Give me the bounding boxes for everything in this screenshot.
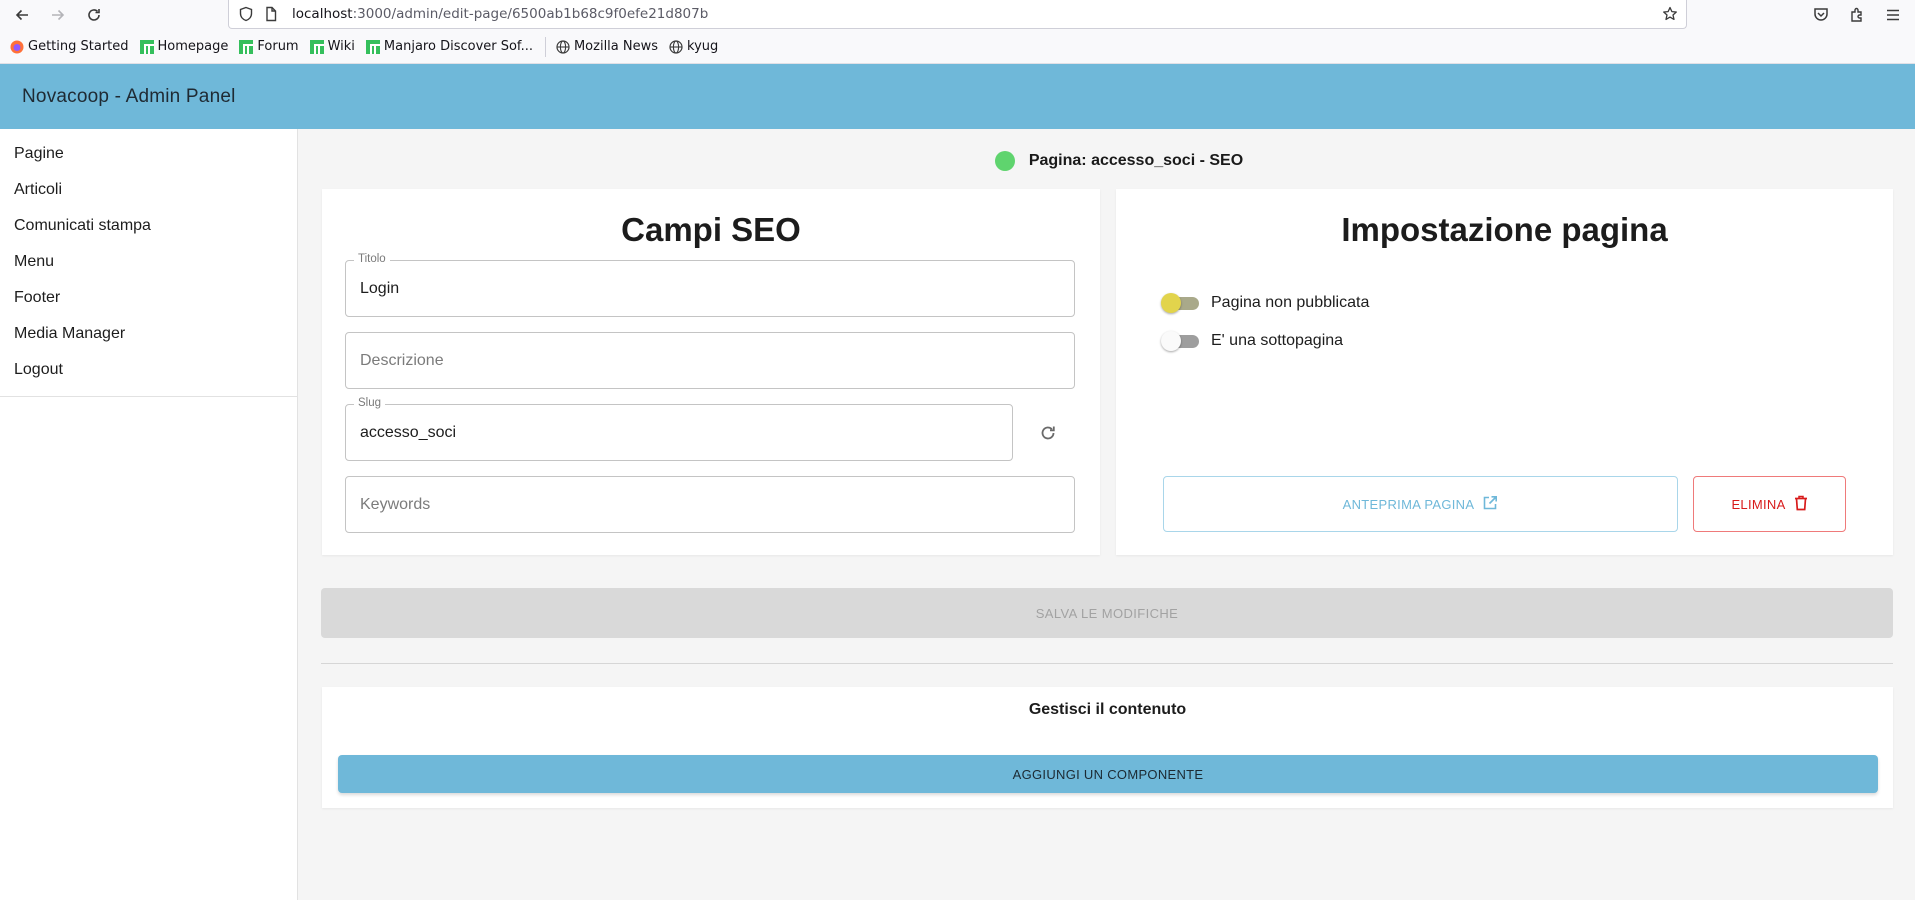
keywords-placeholder: Keywords xyxy=(360,496,431,513)
main-content: Pagina: accesso_soci - SEO Campi SEO Tit… xyxy=(299,129,1915,900)
delete-label: ELIMINA xyxy=(1731,496,1786,512)
bookmark-forum[interactable]: Forum xyxy=(239,39,299,54)
page-status-text: Pagina: accesso_soci - SEO xyxy=(1028,152,1244,169)
open-in-new-icon xyxy=(1482,495,1498,514)
settings-card-title: Impostazione pagina xyxy=(1341,211,1668,248)
status-indicator xyxy=(994,151,1015,171)
sidebar-item-footer[interactable]: Footer xyxy=(0,280,297,316)
forward-icon[interactable] xyxy=(46,3,70,27)
seo-card: Campi SEO Titolo Login Descrizione Slug … xyxy=(322,189,1100,555)
published-toggle[interactable] xyxy=(1161,293,1199,313)
globe-icon xyxy=(669,39,683,54)
menu-icon[interactable] xyxy=(1884,6,1902,24)
bookmark-kyug[interactable]: kyug xyxy=(669,39,718,54)
subpage-label: E' una sottopagina xyxy=(1211,332,1344,349)
bookmarks-bar: Getting Started Homepage Forum Wiki Manj… xyxy=(0,30,1915,64)
slug-refresh-icon[interactable] xyxy=(1033,418,1063,448)
back-icon[interactable] xyxy=(10,3,34,27)
sidebar: Pagine Articoli Comunicati stampa Menu F… xyxy=(0,129,298,900)
manjaro-icon xyxy=(139,39,154,54)
bookmark-getting-started[interactable]: Getting Started xyxy=(10,39,129,54)
sidebar-item-articoli[interactable]: Articoli xyxy=(0,172,297,208)
delete-button[interactable]: ELIMINA xyxy=(1693,476,1846,532)
bookmark-homepage[interactable]: Homepage xyxy=(139,39,228,54)
preview-page-label: ANTEPRIMA PAGINA xyxy=(1342,496,1475,512)
sidebar-item-menu[interactable]: Menu xyxy=(0,244,297,280)
url-path: :3000/admin/edit-page/6500ab1b68c9f0efe2… xyxy=(352,6,709,22)
slug-field[interactable]: Slug accesso_soci xyxy=(345,397,1013,461)
slug-label: Slug xyxy=(354,397,386,409)
subpage-toggle-row: E' una sottopagina xyxy=(1161,331,1343,351)
titolo-label: Titolo xyxy=(354,253,390,265)
bookmarks-separator xyxy=(544,36,546,57)
star-icon[interactable] xyxy=(1662,6,1678,22)
manjaro-icon xyxy=(239,39,254,54)
seo-card-title: Campi SEO xyxy=(621,211,801,248)
subpage-toggle[interactable] xyxy=(1161,331,1199,351)
bookmark-mozilla-news[interactable]: Mozilla News xyxy=(556,39,658,54)
shield-icon[interactable] xyxy=(238,6,254,22)
extensions-icon[interactable] xyxy=(1848,6,1866,24)
app-title: Novacoop - Admin Panel xyxy=(22,85,236,107)
content-card-title: Gestisci il contenuto xyxy=(1028,701,1187,718)
manjaro-icon xyxy=(365,39,380,54)
page-icon xyxy=(263,6,279,22)
reload-icon[interactable] xyxy=(82,3,106,27)
settings-card: Impostazione pagina Pagina non pubblicat… xyxy=(1116,189,1893,555)
keywords-field[interactable]: Keywords xyxy=(345,476,1075,533)
content-card: Gestisci il contenuto AGGIUNGI UN COMPON… xyxy=(322,687,1893,808)
descrizione-field[interactable]: Descrizione xyxy=(345,332,1075,389)
globe-icon xyxy=(556,39,570,54)
sidebar-item-logout[interactable]: Logout xyxy=(0,352,297,388)
app-header: Novacoop - Admin Panel xyxy=(0,64,1915,129)
pocket-icon[interactable] xyxy=(1812,6,1830,24)
firefox-icon xyxy=(10,40,24,54)
url-host: localhost xyxy=(292,6,353,22)
preview-page-button[interactable]: ANTEPRIMA PAGINA xyxy=(1163,476,1678,532)
trash-icon xyxy=(1794,495,1808,514)
titolo-field[interactable]: Titolo Login xyxy=(345,253,1075,317)
page-status: Pagina: accesso_soci - SEO xyxy=(299,151,1915,171)
browser-toolbar: localhost:3000/admin/edit-page/6500ab1b6… xyxy=(0,0,1915,30)
sidebar-item-media-manager[interactable]: Media Manager xyxy=(0,316,297,352)
bookmark-wiki[interactable]: Wiki xyxy=(309,39,355,54)
published-label: Pagina non pubblicata xyxy=(1211,294,1370,311)
bookmark-manjaro-discover[interactable]: Manjaro Discover Sof... xyxy=(365,39,533,54)
manjaro-icon xyxy=(309,39,324,54)
sidebar-item-comunicati-stampa[interactable]: Comunicati stampa xyxy=(0,208,297,244)
descrizione-placeholder: Descrizione xyxy=(360,352,444,369)
sidebar-item-pagine[interactable]: Pagine xyxy=(0,136,297,172)
add-component-button[interactable]: AGGIUNGI UN COMPONENTE xyxy=(338,755,1878,793)
slug-value: accesso_soci xyxy=(360,424,457,441)
titolo-value: Login xyxy=(360,280,400,297)
sidebar-nav: Pagine Articoli Comunicati stampa Menu F… xyxy=(0,129,297,397)
section-divider xyxy=(321,663,1893,664)
url-bar[interactable]: localhost:3000/admin/edit-page/6500ab1b6… xyxy=(228,0,1687,29)
save-changes-button[interactable]: SALVA LE MODIFICHE xyxy=(321,588,1893,638)
published-toggle-row: Pagina non pubblicata xyxy=(1161,293,1369,313)
